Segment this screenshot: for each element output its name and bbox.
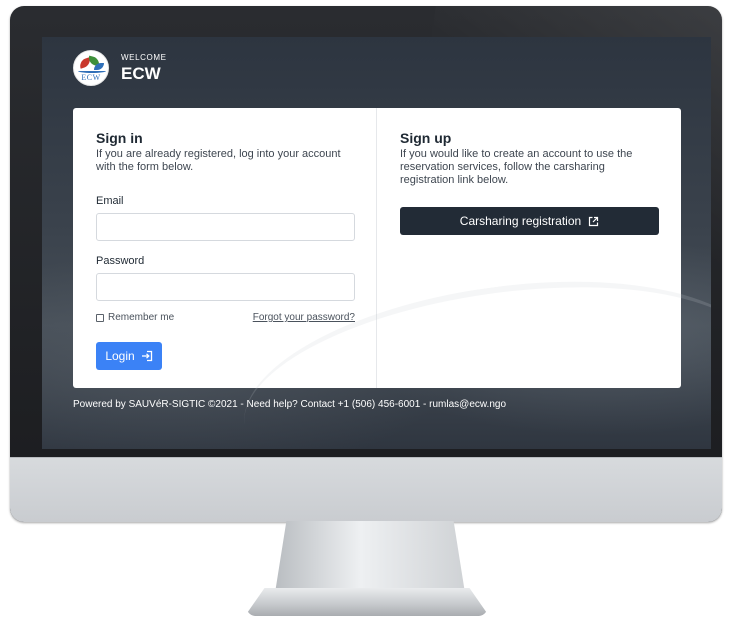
sign-in-description: If you are already registered, log into … bbox=[96, 148, 341, 173]
remember-me[interactable]: Remember me bbox=[96, 312, 174, 323]
login-button[interactable]: Login bbox=[96, 342, 162, 370]
monitor-chin bbox=[10, 457, 722, 522]
password-label: Password bbox=[96, 255, 145, 267]
welcome-label: WELCOME bbox=[121, 52, 167, 62]
monitor-frame: ECW WELCOME ECW Sign in If you are alrea… bbox=[10, 6, 722, 522]
email-label: Email bbox=[96, 195, 124, 207]
logo-text: ECW bbox=[81, 73, 101, 82]
auth-card: Sign in If you are already registered, l… bbox=[73, 108, 681, 388]
remember-forgot-row: Remember me Forgot your password? bbox=[96, 312, 355, 323]
sign-up-description: If you would like to create an account t… bbox=[400, 148, 633, 186]
header-text: WELCOME ECW bbox=[121, 53, 167, 84]
email-field[interactable] bbox=[96, 213, 355, 241]
page-header: ECW WELCOME ECW bbox=[73, 50, 167, 86]
sign-in-panel: Sign in If you are already registered, l… bbox=[73, 108, 377, 388]
login-button-label: Login bbox=[105, 349, 135, 363]
sign-up-panel: Sign up If you would like to create an a… bbox=[377, 108, 681, 388]
ecw-logo: ECW bbox=[73, 50, 109, 86]
remember-me-label: Remember me bbox=[108, 312, 175, 323]
remember-me-checkbox[interactable] bbox=[96, 313, 104, 322]
password-field[interactable] bbox=[96, 273, 355, 301]
monitor-stand bbox=[275, 521, 465, 593]
sign-in-title: Sign in bbox=[96, 130, 143, 146]
external-link-icon bbox=[589, 216, 599, 226]
screen: ECW WELCOME ECW Sign in If you are alrea… bbox=[42, 37, 711, 449]
carsharing-registration-button[interactable]: Carsharing registration bbox=[400, 207, 659, 235]
login-arrow-icon bbox=[141, 350, 152, 362]
monitor-base bbox=[245, 588, 489, 616]
sign-up-title: Sign up bbox=[400, 130, 452, 146]
forgot-password-link[interactable]: Forgot your password? bbox=[253, 312, 355, 323]
page-footer: Powered by SAUVéR-SIGTIC ©2021 - Need he… bbox=[73, 399, 507, 410]
brand-title: ECW bbox=[121, 63, 161, 83]
carsharing-registration-label: Carsharing registration bbox=[459, 214, 582, 228]
